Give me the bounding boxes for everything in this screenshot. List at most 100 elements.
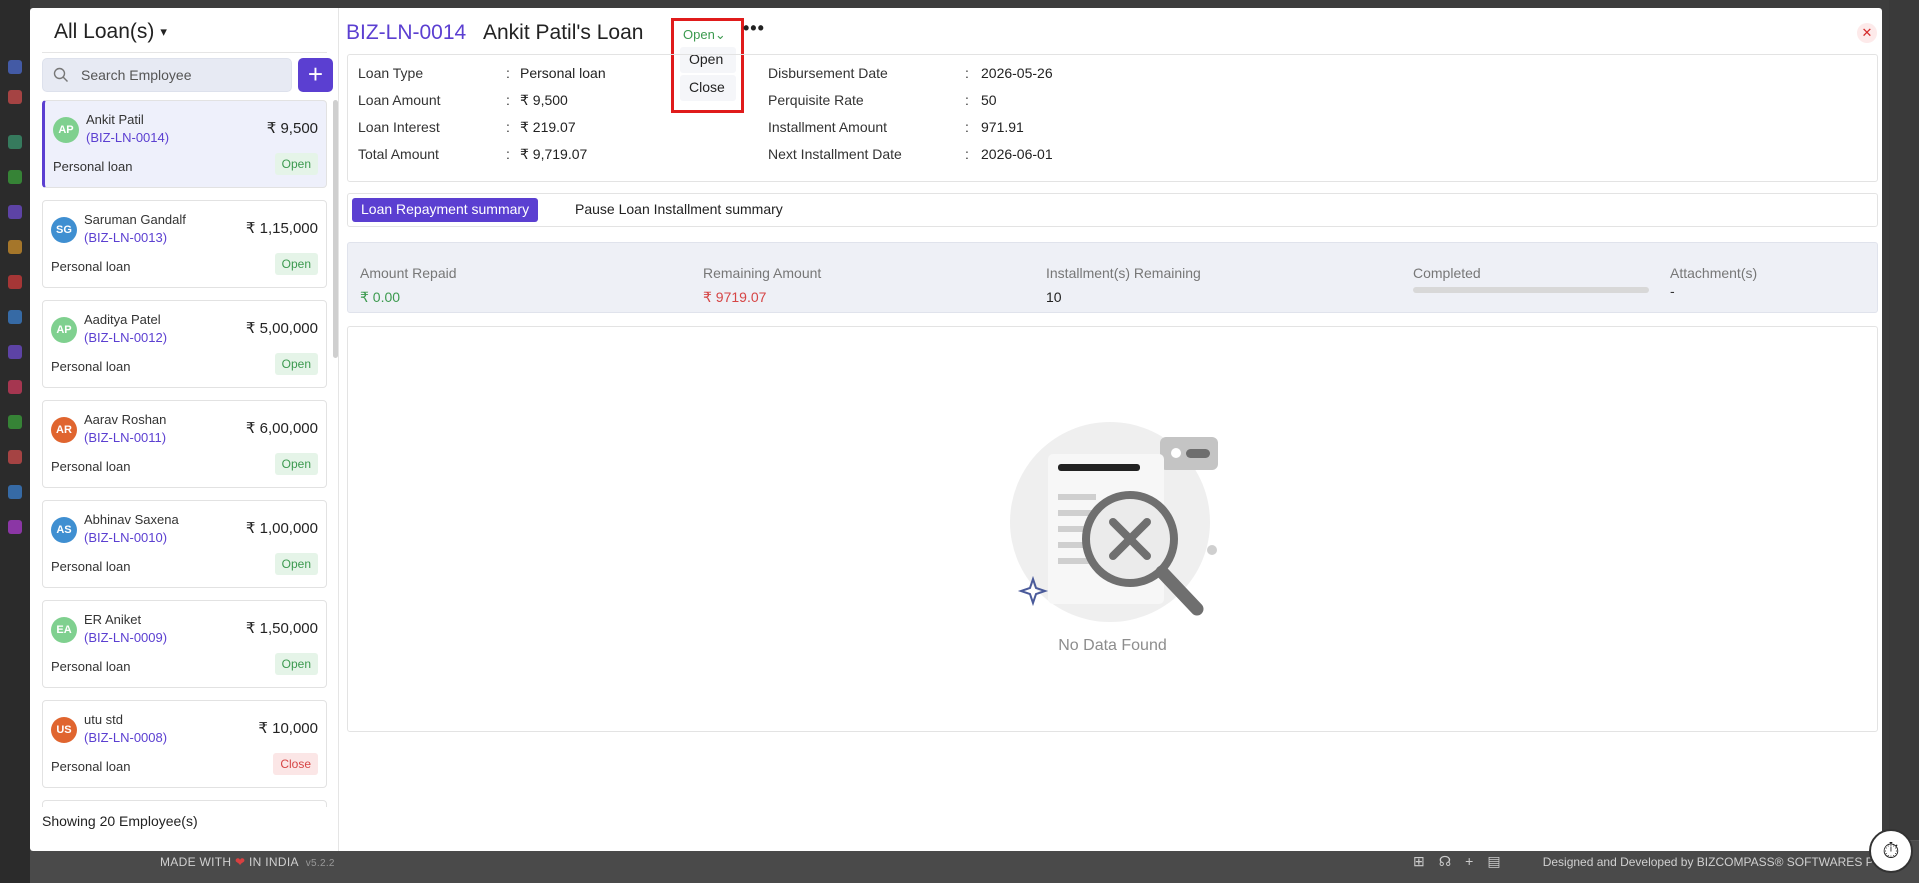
search-employee-input[interactable]: [81, 67, 281, 83]
version-label: v5.2.2: [305, 858, 335, 869]
timer-icon[interactable]: ⏱: [1869, 829, 1913, 873]
designed-by-text: Designed and Developed by BIZCOMPASS® SO…: [1542, 855, 1889, 869]
loan-card[interactable]: AP Ankit Patil (BIZ-LN-0014) ₹ 9,500 Per…: [42, 100, 327, 188]
loan-code: (BIZ-LN-0014): [86, 130, 170, 145]
avatar: AR: [51, 417, 77, 443]
app-icon: [8, 60, 22, 74]
loan-type: Personal loan: [51, 659, 131, 674]
loan-code: (BIZ-LN-0008): [84, 730, 168, 745]
heart-icon: ❤: [235, 855, 246, 869]
detail-value: ₹ 9,500: [520, 92, 568, 108]
employee-count: Showing 20 Employee(s): [42, 813, 198, 829]
detail-key: Disbursement Date: [768, 65, 888, 81]
loan-card-list: AP Ankit Patil (BIZ-LN-0014) ₹ 9,500 Per…: [42, 100, 327, 807]
attachments-label: Attachment(s): [1670, 265, 1758, 281]
tab-loan-repayment-summary[interactable]: Loan Repayment summary: [352, 198, 539, 222]
loan-amount: ₹ 1,50,000: [245, 620, 318, 637]
app-icon: [8, 135, 22, 149]
employee-name: Aaditya Patel: [84, 312, 161, 327]
detail-value: 2026-06-01: [981, 146, 1053, 162]
employee-name: Abhinav Saxena: [84, 512, 179, 527]
avatar: US: [51, 717, 77, 743]
detail-key: Perquisite Rate: [768, 92, 864, 108]
more-options-button[interactable]: •••: [743, 18, 765, 39]
loan-card[interactable]: AR Aarav Roshan (BIZ-LN-0011) ₹ 6,00,000…: [42, 400, 327, 488]
app-icon: [8, 310, 22, 324]
loan-filter-label: All Loan(s): [54, 20, 155, 43]
loan-card[interactable]: US utu std (BIZ-LN-0008) ₹ 10,000 Person…: [42, 700, 327, 788]
made-suffix: IN INDIA: [249, 855, 299, 869]
detail-colon: :: [965, 146, 969, 162]
detail-key: Loan Amount: [358, 92, 441, 108]
no-data-text: No Data Found: [1058, 637, 1167, 654]
tab-pause-loan-installment-summary[interactable]: Pause Loan Installment summary: [566, 198, 792, 222]
loan-amount: ₹ 1,00,000: [245, 520, 318, 537]
detail-colon: :: [506, 92, 510, 108]
detail-key: Total Amount: [358, 146, 439, 162]
loan-filter-dropdown[interactable]: All Loan(s) ▾: [54, 20, 167, 44]
loan-card[interactable]: [42, 800, 327, 807]
app-icon: [8, 485, 22, 499]
chevron-down-icon: ▾: [160, 24, 167, 39]
add-loan-button[interactable]: +: [298, 58, 333, 92]
no-data-illustration-icon: [1010, 422, 1218, 622]
detail-value: ₹ 9,719.07: [520, 146, 588, 162]
detail-value: 2026-05-26: [981, 65, 1053, 81]
attachments-value: -: [1670, 283, 1675, 299]
detail-colon: :: [506, 146, 510, 162]
loan-modal: All Loan(s) ▾ + AP Ankit Patil (BIZ-LN-0…: [30, 8, 1882, 851]
plus-icon[interactable]: +: [1465, 853, 1473, 870]
windows-icon[interactable]: ⊞: [1413, 853, 1425, 870]
app-icon: [8, 240, 22, 254]
app-icon: [8, 415, 22, 429]
close-modal-button[interactable]: ✕: [1857, 23, 1877, 43]
background-sidebar: [0, 0, 30, 883]
loan-details: Loan Type : Personal loan Loan Amount : …: [347, 54, 1878, 182]
detail-value: 971.91: [981, 119, 1024, 135]
loan-amount: ₹ 1,15,000: [245, 220, 318, 237]
status-badge: Open: [274, 253, 318, 275]
status-dropdown-toggle[interactable]: Open⌄: [683, 27, 726, 43]
repayment-summary: Amount Repaid ₹ 0.00 Remaining Amount ₹ …: [347, 242, 1878, 313]
loan-title: Ankit Patil's Loan: [483, 21, 644, 44]
employee-name: Saruman Gandalf: [84, 212, 186, 227]
avatar: AP: [53, 117, 79, 143]
list-scrollbar[interactable]: [333, 100, 338, 358]
app-icon: [8, 520, 22, 534]
detail-key: Next Installment Date: [768, 146, 902, 162]
app-icon: [8, 450, 22, 464]
made-in-india-text: MADE WITH ❤ IN INDIA v5.2.2: [160, 855, 335, 869]
loan-type: Personal loan: [51, 359, 131, 374]
loan-card[interactable]: SG Saruman Gandalf (BIZ-LN-0013) ₹ 1,15,…: [42, 200, 327, 288]
footer-icons: ⊞ ☊ + ▤: [1413, 853, 1501, 870]
loan-card[interactable]: EA ER Aniket (BIZ-LN-0009) ₹ 1,50,000 Pe…: [42, 600, 327, 688]
status-badge: Open: [274, 653, 318, 675]
detail-value: ₹ 219.07: [520, 119, 576, 135]
installments-remaining-label: Installment(s) Remaining: [1046, 265, 1201, 281]
avatar: SG: [51, 217, 77, 243]
status-badge: Open: [274, 453, 318, 475]
search-box: [42, 58, 292, 92]
avatar: AS: [51, 517, 77, 543]
app-icon: [8, 345, 22, 359]
detail-colon: :: [965, 65, 969, 81]
status-badge: Open: [274, 553, 318, 575]
avatar: EA: [51, 617, 77, 643]
loan-card[interactable]: AS Abhinav Saxena (BIZ-LN-0010) ₹ 1,00,0…: [42, 500, 327, 588]
installments-remaining-value: 10: [1046, 289, 1062, 305]
employee-name: Ankit Patil: [86, 112, 144, 127]
loan-type: Personal loan: [53, 159, 133, 174]
loan-card[interactable]: AP Aaditya Patel (BIZ-LN-0012) ₹ 5,00,00…: [42, 300, 327, 388]
detail-key: Loan Type: [358, 65, 424, 81]
calendar-icon[interactable]: ▤: [1487, 853, 1500, 870]
completed-progress-bar: [1413, 287, 1649, 293]
amount-repaid-label: Amount Repaid: [360, 265, 457, 281]
headset-icon[interactable]: ☊: [1439, 853, 1451, 870]
app-icon: [8, 90, 22, 104]
app-icon: [8, 170, 22, 184]
loan-type: Personal loan: [51, 459, 131, 474]
loan-type: Personal loan: [51, 759, 131, 774]
detail-value: Personal loan: [520, 65, 606, 81]
summary-tabs: Loan Repayment summary Pause Loan Instal…: [347, 193, 1878, 227]
loan-code-title: BIZ-LN-0014: [346, 21, 467, 44]
